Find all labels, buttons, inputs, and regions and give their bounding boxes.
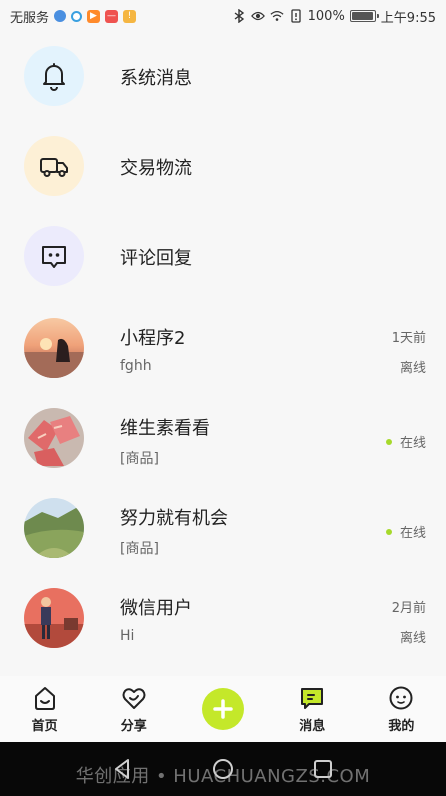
tab-messages[interactable]: 消息 bbox=[268, 676, 357, 742]
search-notification-icon bbox=[71, 10, 83, 22]
heart-icon bbox=[122, 687, 146, 709]
status-label: 离线 bbox=[399, 361, 426, 376]
status-badge: 在线 bbox=[385, 432, 426, 451]
video-notification-icon: ▶ bbox=[87, 9, 101, 23]
bottom-tab-bar: 首页 分享 消息 我的 bbox=[0, 676, 446, 742]
profile-face-icon bbox=[389, 686, 413, 709]
online-dot-icon bbox=[385, 528, 392, 535]
comments-row[interactable]: 评论回复 bbox=[0, 212, 446, 302]
status-badge: 离线 bbox=[400, 627, 426, 646]
tab-label: 我的 bbox=[388, 718, 415, 734]
conversation-row[interactable]: 维生素看看 [商品] 在线 bbox=[0, 392, 446, 482]
app-notification-icon: — bbox=[105, 9, 119, 23]
online-dot-icon bbox=[385, 438, 392, 445]
tab-label: 首页 bbox=[31, 718, 58, 734]
tab-label: 分享 bbox=[120, 718, 147, 734]
conversation-row[interactable]: 微信用户 Hi 2月前 离线 bbox=[0, 572, 446, 662]
bell-icon bbox=[43, 63, 65, 91]
message-bubble-icon bbox=[301, 687, 324, 709]
bluetooth-icon bbox=[232, 9, 246, 23]
tab-mine[interactable]: 我的 bbox=[357, 676, 446, 742]
status-label: 在线 bbox=[399, 436, 426, 451]
tab-label: 消息 bbox=[299, 718, 326, 734]
truck-icon bbox=[40, 158, 68, 177]
conversation-row[interactable]: 小程序2 fghh 1天前 离线 bbox=[0, 302, 446, 392]
avatar bbox=[24, 318, 84, 378]
plus-icon bbox=[213, 699, 233, 719]
message-time: 2月前 bbox=[391, 601, 426, 616]
carrier-label: 无服务 bbox=[10, 10, 50, 26]
row-title: 系统消息 bbox=[120, 68, 192, 89]
status-bar: 无服务 ▶ — ! 100% 上午9:55 bbox=[0, 0, 446, 32]
comment-icon-circle bbox=[24, 226, 84, 286]
system-messages-row[interactable]: 系统消息 bbox=[0, 32, 446, 122]
message-preview: fghh bbox=[120, 358, 152, 374]
wifi-icon bbox=[270, 9, 284, 23]
logistics-row[interactable]: 交易物流 bbox=[0, 122, 446, 212]
browser-notification-icon bbox=[54, 10, 67, 22]
message-preview: [商品] bbox=[120, 451, 159, 467]
comment-icon bbox=[42, 246, 66, 268]
battery-icon bbox=[349, 10, 379, 22]
contact-name: 维生素看看 bbox=[120, 418, 210, 439]
avatar bbox=[24, 498, 84, 558]
clock: 上午9:55 bbox=[380, 10, 436, 26]
message-preview: [商品] bbox=[120, 541, 159, 557]
tab-publish[interactable] bbox=[178, 676, 267, 742]
watermark-text: 华创应用 • HUACHUANGZS.COM bbox=[75, 766, 371, 787]
bell-icon-circle bbox=[24, 46, 84, 106]
message-time: 1天前 bbox=[391, 331, 426, 346]
truck-icon-circle bbox=[24, 136, 84, 196]
publish-button[interactable] bbox=[202, 688, 244, 730]
row-title: 评论回复 bbox=[120, 248, 192, 269]
conversation-row[interactable]: 努力就有机会 [商品] 在线 bbox=[0, 482, 446, 572]
alert-notification-icon: ! bbox=[123, 9, 137, 23]
eye-icon bbox=[250, 9, 265, 23]
tab-home[interactable]: 首页 bbox=[0, 676, 89, 742]
contact-name: 小程序2 bbox=[120, 328, 186, 349]
contact-name: 微信用户 bbox=[120, 598, 192, 619]
avatar bbox=[24, 588, 84, 648]
status-label: 离线 bbox=[399, 631, 426, 646]
status-badge: 离线 bbox=[400, 357, 426, 376]
row-title: 交易物流 bbox=[120, 158, 192, 179]
tab-share[interactable]: 分享 bbox=[89, 676, 178, 742]
home-face-icon bbox=[34, 686, 55, 710]
message-preview: Hi bbox=[120, 628, 135, 644]
battery-percent: 100% bbox=[307, 8, 345, 24]
status-label: 在线 bbox=[399, 526, 426, 541]
sim-alert-icon bbox=[289, 9, 303, 23]
avatar bbox=[24, 408, 84, 468]
status-badge: 在线 bbox=[385, 522, 426, 541]
contact-name: 努力就有机会 bbox=[120, 508, 228, 529]
